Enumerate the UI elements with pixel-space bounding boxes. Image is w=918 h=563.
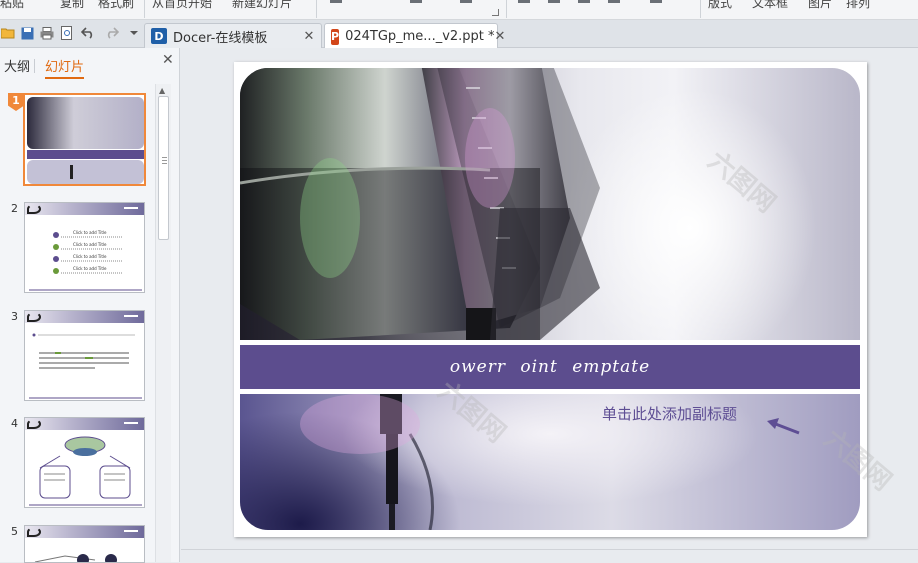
ribbon-paste-label[interactable]: 粘贴 xyxy=(0,0,24,11)
clear-format-icon[interactable] xyxy=(460,0,472,3)
font-dialog-launcher-icon[interactable] xyxy=(492,9,499,16)
align-right-icon[interactable] xyxy=(578,0,590,3)
bold-icon[interactable] xyxy=(330,0,342,3)
ribbon-toolbar: 粘贴 复制 格式刷 从首页开始 新建幻灯片 版式 文本框 图片 排列 xyxy=(0,0,918,20)
close-icon[interactable]: ✕ xyxy=(301,29,317,44)
slide-title[interactable]: owerr oint emptate xyxy=(450,357,650,377)
ribbon-separator xyxy=(700,0,701,18)
slide-title-band[interactable]: owerr oint emptate xyxy=(240,343,860,391)
tab-current-presentation[interactable]: P 024TGp_me..._v2.ppt * ✕ xyxy=(324,23,505,49)
ribbon-textbox-label[interactable]: 文本框 xyxy=(752,0,788,11)
slide-thumbnail-header xyxy=(25,418,144,430)
align-left-icon[interactable] xyxy=(518,0,530,3)
thumbnail-item-text: Click to add Title xyxy=(73,254,107,259)
slide-number: 2 xyxy=(11,202,18,215)
panel-tabs: 大纲 幻灯片 ✕ xyxy=(0,48,179,79)
tab-outline[interactable]: 大纲 xyxy=(4,56,30,75)
thumbnail-item-text: Click to add Title xyxy=(73,230,107,235)
print-preview-icon[interactable] xyxy=(59,25,75,41)
slide-thumbnail[interactable] xyxy=(23,93,146,186)
tab-label: Docer-在线模板 xyxy=(173,30,268,46)
align-center-icon[interactable] xyxy=(548,0,560,3)
save-icon[interactable] xyxy=(19,25,35,41)
print-icon[interactable] xyxy=(39,25,55,41)
canvas-horizontal-scrollbar[interactable] xyxy=(181,549,918,562)
slide-thumbnail[interactable] xyxy=(24,525,145,563)
ppt-icon: P xyxy=(331,28,340,45)
ribbon-separator xyxy=(506,0,507,18)
slide-number: 3 xyxy=(11,310,18,323)
slide-hero-image xyxy=(240,68,860,340)
open-folder-icon[interactable] xyxy=(0,25,16,41)
ribbon-play-from-start-label[interactable]: 从首页开始 xyxy=(152,0,212,11)
slide-thumbnail-preview xyxy=(29,333,142,399)
ribbon-separator xyxy=(144,0,145,18)
slide-thumbnail-header xyxy=(25,311,144,323)
iv-drip-illustration xyxy=(300,394,434,530)
slide-number: 5 xyxy=(11,525,18,538)
document-tab-bar: D Docer-在线模板 ✕ P 024TGp_me..._v2.ppt * ✕… xyxy=(0,20,918,65)
tab-divider xyxy=(34,59,35,73)
slide-thumbnail[interactable] xyxy=(24,310,145,401)
tab-docer-templates[interactable]: D Docer-在线模板 ✕ xyxy=(144,23,322,48)
slide-number: 4 xyxy=(11,417,18,430)
slide-thumbnail-preview xyxy=(27,97,144,184)
close-icon[interactable]: ✕ xyxy=(495,29,506,44)
thumbnail-item-text: Click to add Title xyxy=(73,266,107,271)
slide-thumbnail-header xyxy=(25,526,144,538)
ribbon-separator xyxy=(316,0,317,18)
ribbon-layout-label[interactable]: 版式 xyxy=(708,0,732,11)
slide-bottom-image xyxy=(240,394,860,530)
ribbon-picture-label[interactable]: 图片 xyxy=(808,0,832,11)
redo-icon[interactable] xyxy=(104,25,120,41)
ribbon-copy-label[interactable]: 复制 xyxy=(60,0,84,11)
justify-icon[interactable] xyxy=(608,0,620,3)
scroll-up-icon[interactable]: ▲ xyxy=(159,86,165,95)
slide-thumbnail-header xyxy=(25,203,144,215)
thumbnail-scrollbar[interactable]: ▲ xyxy=(155,84,171,562)
scrollbar-thumb[interactable] xyxy=(158,96,169,240)
iv-bottle-illustration xyxy=(240,68,600,340)
slide-thumbnail-preview xyxy=(29,436,142,506)
tab-slides[interactable]: 幻灯片 xyxy=(45,56,85,79)
docer-icon: D xyxy=(151,28,167,44)
ribbon-new-slide-label[interactable]: 新建幻灯片 xyxy=(232,0,292,11)
close-icon[interactable]: ✕ xyxy=(162,52,174,68)
current-slide[interactable]: owerr oint emptate 单击此处添加副标题 六图网 六图网 xyxy=(234,62,867,537)
line-spacing-icon[interactable] xyxy=(650,0,662,3)
slide-thumbnail[interactable] xyxy=(24,417,145,508)
slide-thumbnail-preview xyxy=(34,554,117,562)
thumbnail-item-text: Click to add Title xyxy=(73,242,107,247)
tab-label: 024TGp_me..._v2.ppt * xyxy=(345,29,495,44)
slide-thumbnail[interactable]: Click to add Title Click to add Title Cl… xyxy=(24,202,145,293)
arrow-pointer-icon xyxy=(767,418,800,435)
slides-panel: 大纲 幻灯片 ✕ 1 2 Click to add Title Click to… xyxy=(0,48,180,563)
undo-icon[interactable] xyxy=(80,25,96,41)
slide-subtitle-placeholder[interactable]: 单击此处添加副标题 xyxy=(602,403,737,424)
font-size-icon[interactable] xyxy=(410,0,422,3)
ribbon-arrange-label[interactable]: 排列 xyxy=(846,0,870,11)
ribbon-format-painter-label[interactable]: 格式刷 xyxy=(98,0,134,11)
customize-dropdown-icon[interactable] xyxy=(126,25,142,41)
slide-number: 1 xyxy=(8,93,24,111)
